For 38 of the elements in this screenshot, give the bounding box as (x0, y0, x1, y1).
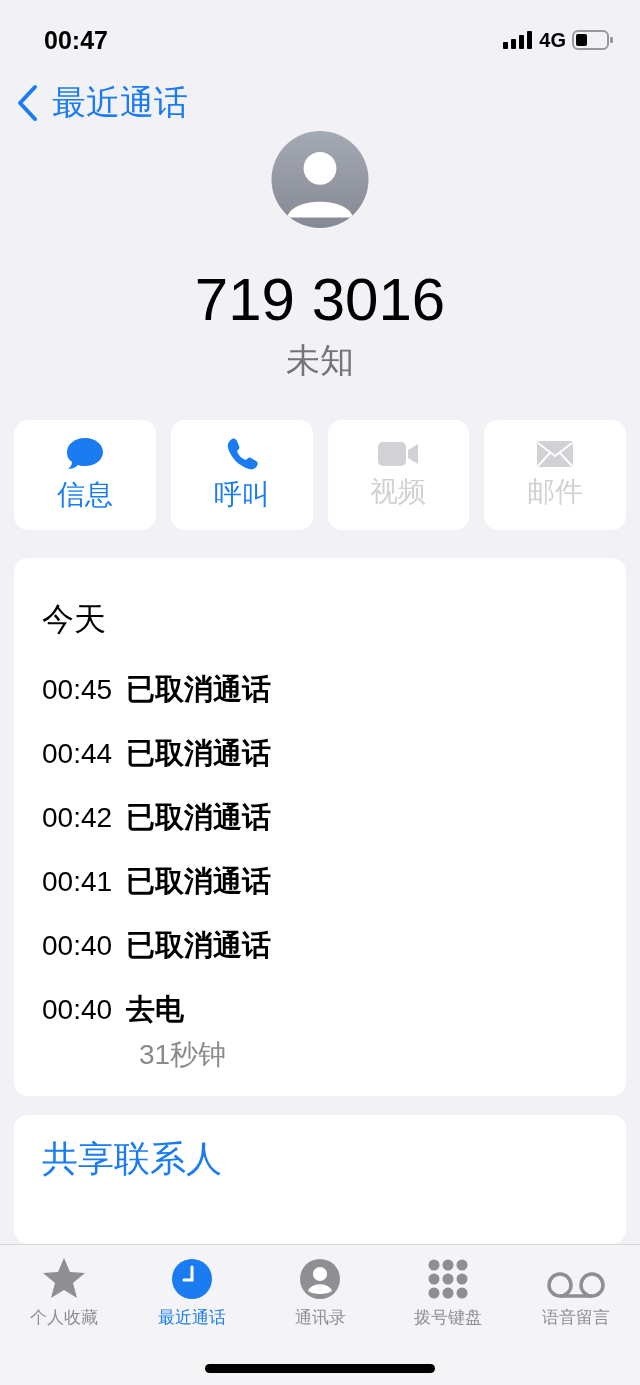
clock-icon (171, 1258, 213, 1300)
call-time: 00:45 (42, 674, 113, 706)
star-icon (41, 1256, 87, 1300)
call-type: 已取消通话 (126, 928, 272, 963)
network-label: 4G (539, 28, 566, 52)
call-time: 00:42 (42, 802, 113, 834)
phone-number: 719 3016 (193, 268, 447, 332)
battery-icon (572, 30, 614, 50)
contact-label: 未知 (285, 340, 355, 381)
person-icon (299, 1258, 341, 1300)
back-button[interactable]: 最近通话 (16, 80, 188, 126)
call-button[interactable]: 呼叫 (170, 420, 313, 530)
envelope-icon (535, 439, 576, 469)
message-button[interactable]: 信息 (14, 420, 156, 530)
keypad-icon (427, 1258, 469, 1300)
call-type: 去电 (126, 992, 185, 1027)
contacts-tab[interactable]: 通讯录 (260, 1255, 380, 1329)
share-contact-link[interactable]: 共享联系人 (42, 1138, 222, 1179)
keypad-tab[interactable]: 拨号键盘 (388, 1255, 508, 1329)
call-type: 已取消通话 (126, 800, 272, 835)
voicemail-icon (546, 1270, 606, 1300)
call-type: 已取消通话 (126, 864, 272, 899)
call-time: 00:40 (42, 994, 113, 1026)
call-duration: 31秒钟 (139, 1038, 228, 1072)
speech-bubble-icon (64, 436, 105, 472)
call-type: 已取消通话 (126, 672, 272, 707)
call-type: 已取消通话 (126, 736, 272, 771)
favorites-tab[interactable]: 个人收藏 (4, 1255, 124, 1329)
call-time: 00:40 (42, 930, 113, 962)
call-time: 00:44 (42, 738, 113, 770)
recents-tab[interactable]: 最近通话 (132, 1255, 252, 1329)
call-time: 00:41 (42, 866, 113, 898)
signal-icon (503, 31, 534, 49)
video-camera-icon (376, 439, 421, 469)
voicemail-tab[interactable]: 语音留言 (516, 1255, 636, 1329)
back-chevron-icon (16, 84, 38, 122)
day-heading: 今天 (42, 600, 107, 639)
status-time: 00:47 (44, 25, 108, 55)
